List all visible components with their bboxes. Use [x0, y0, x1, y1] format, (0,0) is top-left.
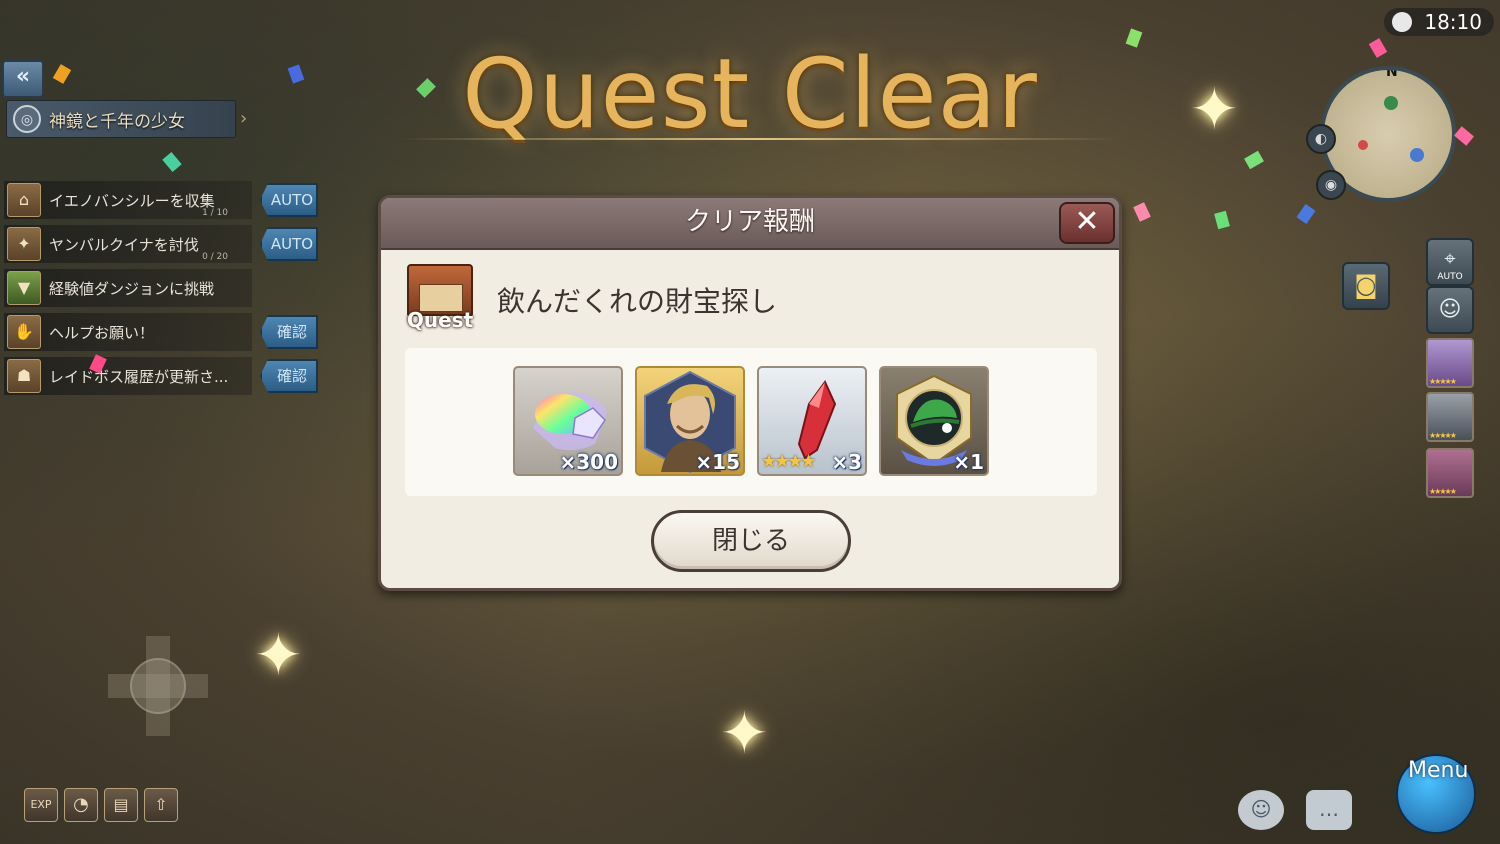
reward-count: ×1 — [953, 450, 984, 474]
close-button[interactable]: 閉じる — [651, 510, 851, 572]
reward-count: ×300 — [559, 450, 618, 474]
rarity-stars: ★★★★★ — [1429, 487, 1457, 496]
quest-badge-icon: Quest — [403, 264, 477, 338]
quest-progress: 0 / 20 — [202, 252, 228, 262]
reward-count: ×15 — [695, 450, 740, 474]
map-marker — [1410, 148, 1424, 162]
auto-button-1[interactable]: AUTO — [260, 183, 318, 217]
rarity-stars: ★★★★ — [761, 451, 817, 472]
party-icon[interactable]: ☺ — [1426, 286, 1474, 334]
quest-text: レイドボス履歴が更新さ... — [49, 367, 229, 386]
gold-boost-icon[interactable]: ⇧ — [144, 788, 178, 822]
reward-list: ×300 ×15 ★★★★ ×3 ×1 — [405, 348, 1097, 496]
quest-name: 飲んだくれの財宝探し — [497, 285, 778, 318]
quest-clear-title: Quest Clear — [462, 38, 1038, 150]
close-x-button[interactable]: ✕ — [1059, 202, 1115, 244]
raid-boss-icon: ☗ — [7, 359, 41, 393]
quest-row-2[interactable]: ✦ ヤンバルクイナを討伐 0 / 20 — [4, 225, 252, 263]
auto-button-2[interactable]: AUTO — [260, 227, 318, 261]
reward-item[interactable]: ×15 — [635, 366, 745, 476]
reward-item[interactable]: ×1 — [879, 366, 989, 476]
quest-icon: ⌂ — [7, 183, 41, 217]
virtual-joystick[interactable] — [108, 636, 208, 736]
menu-label: Menu — [1408, 758, 1469, 783]
clock: 18:10 — [1384, 8, 1494, 36]
chat-icon[interactable]: … — [1306, 790, 1352, 830]
map-marker — [1384, 96, 1398, 110]
quest-progress: 1 / 10 — [202, 208, 228, 218]
title-underline — [400, 138, 1120, 140]
exp-boost-button[interactable]: EXP — [24, 788, 58, 822]
clock-icon — [1392, 12, 1412, 32]
map-zoom-icon[interactable]: ◐ — [1306, 124, 1336, 154]
help-icon: ✋ — [7, 315, 41, 349]
reward-dialog: クリア報酬 ✕ Quest 飲んだくれの財宝探し ×300 ×15 ★★★★ ×… — [378, 195, 1122, 591]
menu-button[interactable]: Menu — [1380, 740, 1494, 840]
auto-label: AUTO — [1437, 272, 1463, 282]
dialog-title: クリア報酬 — [684, 207, 815, 237]
quest-row-4[interactable]: ✋ ヘルプお願い！ — [4, 313, 252, 351]
joystick-knob[interactable] — [130, 658, 186, 714]
quest-row-1[interactable]: ⌂ イエノバンシルーを収集 1 / 10 — [4, 181, 252, 219]
map-toggle-icon[interactable]: ◉ — [1316, 170, 1346, 200]
quest-badge-label: Quest — [406, 308, 474, 332]
party-member-portrait[interactable]: ★★★★★ — [1426, 448, 1474, 498]
confirm-button-2[interactable]: 確認 — [260, 359, 318, 393]
sparkle-icon: ✦ — [254, 621, 303, 689]
north-indicator: N — [1386, 66, 1398, 80]
camera-icon[interactable]: ◙ — [1342, 262, 1390, 310]
dungeon-icon: ▼ — [7, 271, 41, 305]
dialog-header: クリア報酬 ✕ — [381, 198, 1119, 250]
quest-text: イエノバンシルーを収集 — [49, 191, 215, 210]
target-icon: ⌖ — [1444, 246, 1456, 270]
map-marker — [1358, 140, 1368, 150]
quest-row-3[interactable]: ▼ 経験値ダンジョンに挑戦 — [4, 269, 252, 307]
sparkle-icon: ✦ — [720, 699, 769, 767]
confirm-button-1[interactable]: 確認 — [260, 315, 318, 349]
emote-icon[interactable]: ☺ — [1238, 790, 1284, 830]
item-boost-icon[interactable]: ▤ — [104, 788, 138, 822]
timer-boost-icon[interactable]: ◔ — [64, 788, 98, 822]
reward-item[interactable]: ×300 — [513, 366, 623, 476]
quest-text: ヘルプお願い！ — [49, 323, 155, 342]
reward-item[interactable]: ★★★★ ×3 — [757, 366, 867, 476]
quest-row-5[interactable]: ☗ レイドボス履歴が更新さ... — [4, 357, 252, 395]
party-member-portrait[interactable]: ★★★★★ — [1426, 392, 1474, 442]
monster-icon: ✦ — [7, 227, 41, 261]
quest-text: 経験値ダンジョンに挑戦 — [49, 279, 215, 298]
auto-target-button[interactable]: ⌖ AUTO — [1426, 238, 1474, 286]
party-member-portrait[interactable]: ★★★★★ — [1426, 338, 1474, 388]
reward-count: ×3 — [831, 450, 862, 474]
sparkle-icon: ✦ — [1190, 75, 1239, 143]
quest-text: ヤンバルクイナを討伐 — [49, 235, 199, 254]
rarity-stars: ★★★★★ — [1429, 377, 1457, 386]
clock-time: 18:10 — [1424, 10, 1482, 34]
rarity-stars: ★★★★★ — [1429, 431, 1457, 440]
